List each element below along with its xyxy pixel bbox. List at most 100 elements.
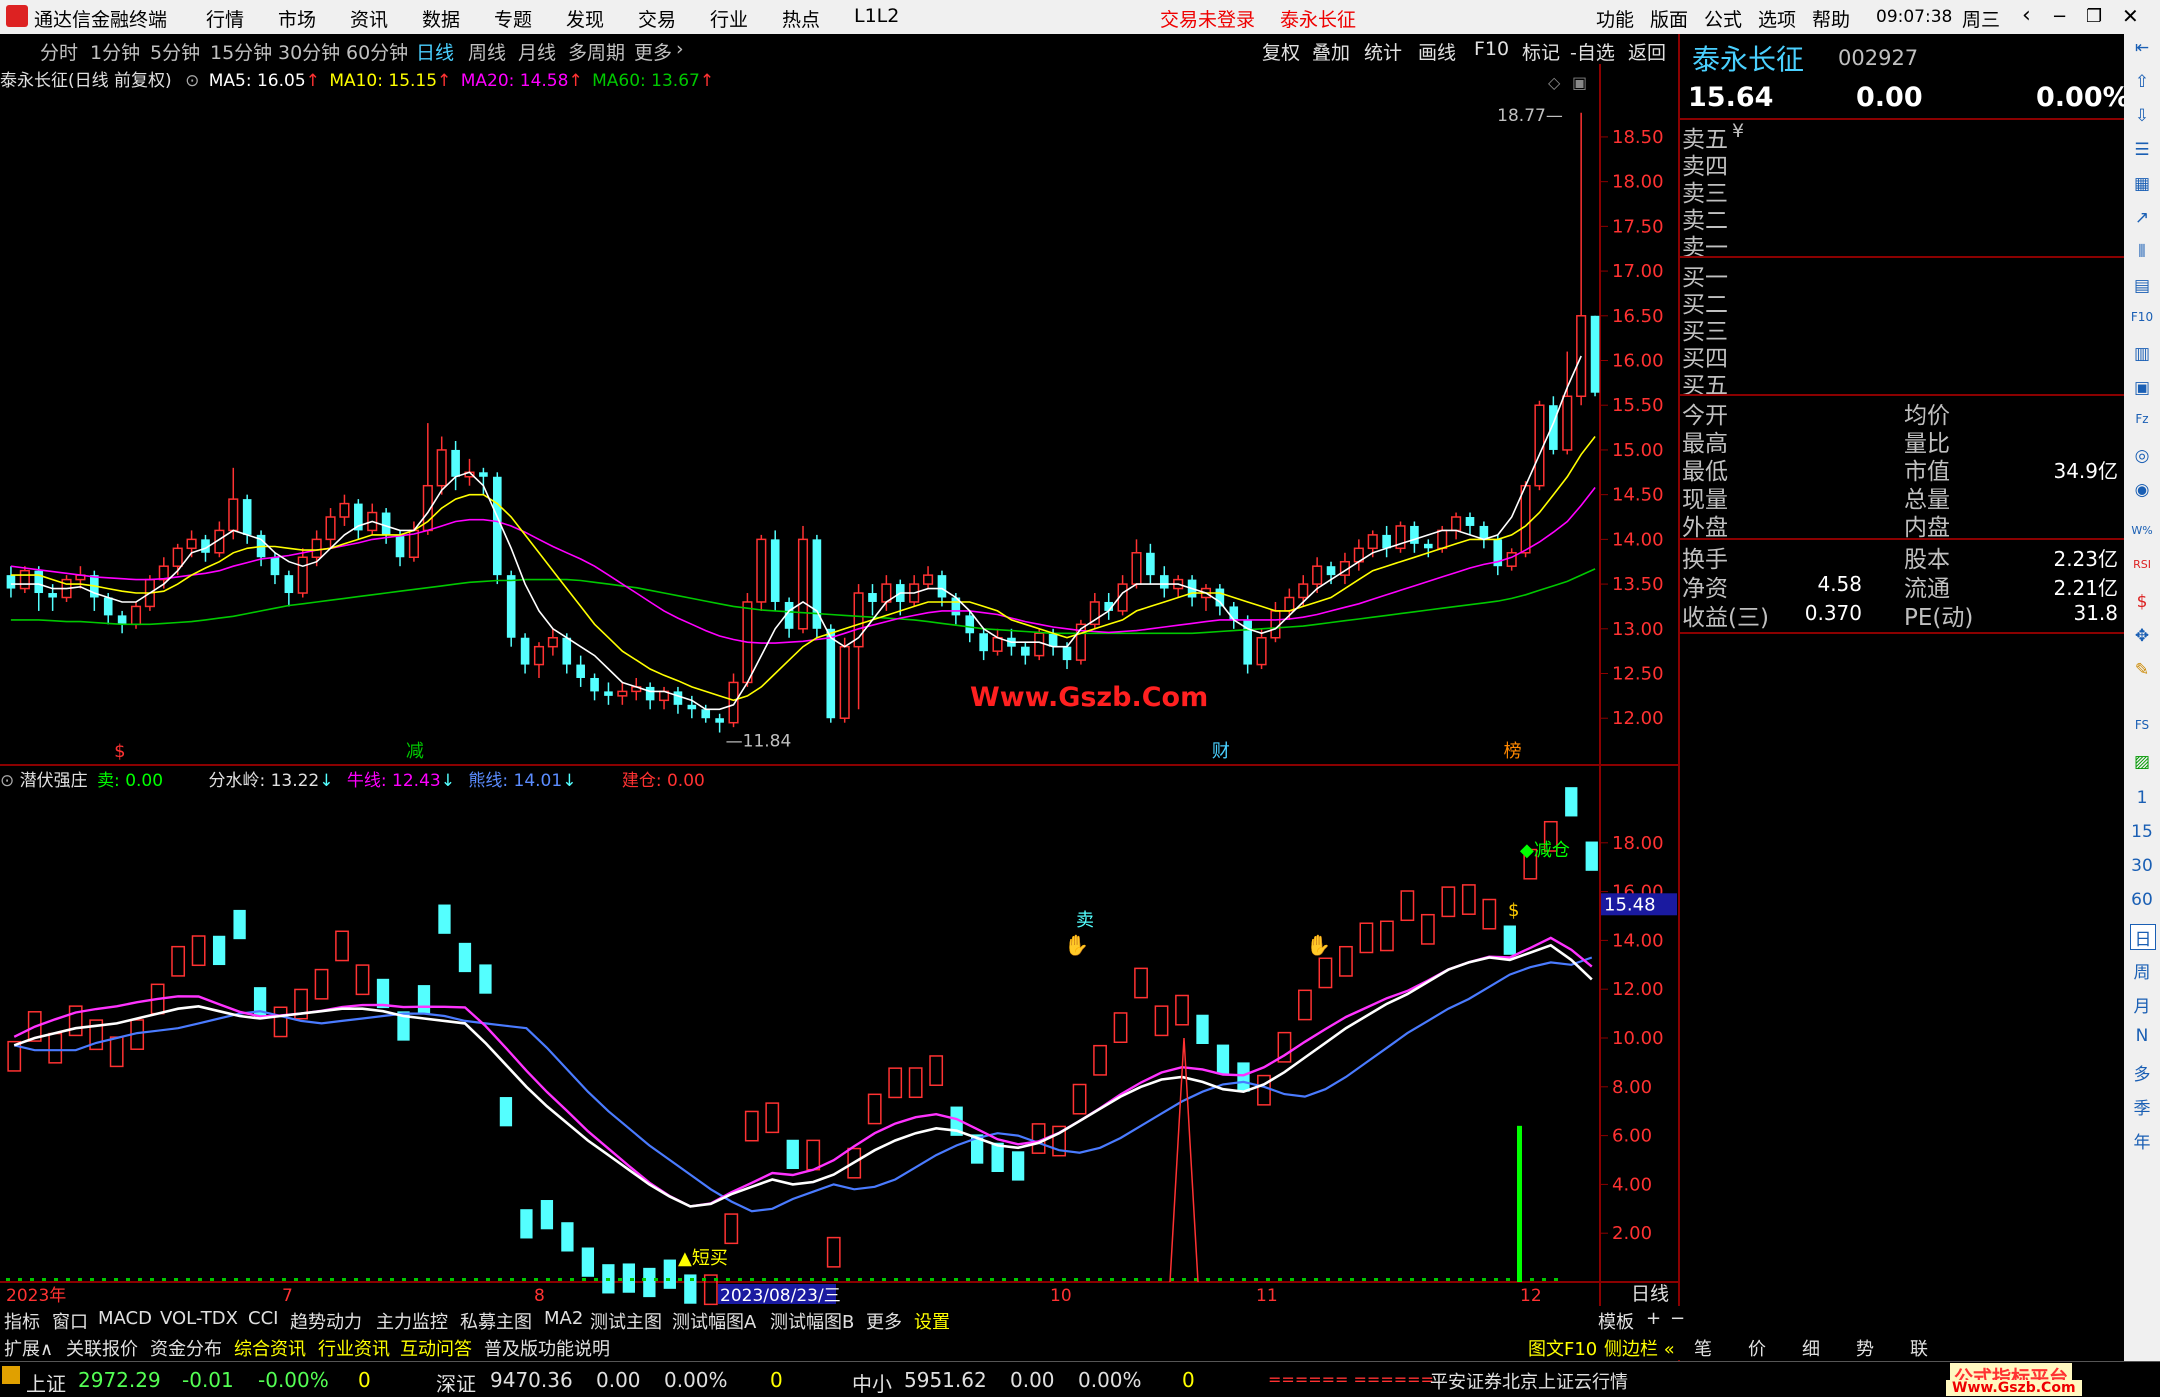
zx-name[interactable]: 中小 [852, 1368, 892, 1397]
menu-hot[interactable]: 热点 [782, 5, 820, 32]
menu-options[interactable]: 选项 [1758, 5, 1796, 32]
settings-icon[interactable]: ⊙ [0, 771, 14, 791]
panel-tab[interactable]: 图文F10 [1528, 1335, 1597, 1361]
period-month[interactable]: 月 [2130, 992, 2154, 1017]
period-multi[interactable]: 多 [2130, 1060, 2154, 1085]
menu-industry[interactable]: 行业 [710, 5, 748, 32]
down-arrow-icon[interactable]: ⇩ [2130, 106, 2154, 130]
news-icon[interactable]: ▤ [2130, 276, 2154, 300]
period-60min[interactable]: 60分钟 [346, 38, 408, 65]
event-marker[interactable]: 榜 [1504, 741, 1522, 762]
money-icon[interactable]: $ [2130, 592, 2154, 616]
target-icon[interactable]: ◉ [2130, 480, 2154, 504]
period-weekly[interactable]: 周线 [468, 38, 506, 65]
extension-tab[interactable]: 关联报价 [66, 1335, 138, 1361]
menu-function[interactable]: 功能 [1596, 5, 1634, 32]
indicator-tab[interactable]: 私募主图 [460, 1308, 532, 1334]
event-marker[interactable]: $ [114, 741, 125, 762]
panel-tab[interactable]: 笔 [1694, 1335, 1712, 1361]
indicator-tab[interactable]: 趋势动力 [290, 1308, 362, 1334]
period-60[interactable]: 60 [2130, 890, 2154, 914]
indicator-tab[interactable]: + [1646, 1308, 1661, 1329]
period-day[interactable]: 日 [2130, 924, 2156, 950]
indicator-tab[interactable]: 指标 [4, 1308, 40, 1334]
event-marker[interactable]: 财 [1212, 741, 1230, 762]
menu-data[interactable]: 数据 [422, 5, 460, 32]
period-monthly[interactable]: 月线 [518, 38, 556, 65]
btn-return[interactable]: 返回 [1628, 38, 1666, 65]
pencil-icon[interactable]: ✎ [2130, 660, 2154, 684]
diamond-icon[interactable]: ◇ [1548, 73, 1561, 92]
sz-name[interactable]: 深证 [436, 1368, 476, 1397]
indicator-tab[interactable]: CCI [248, 1308, 278, 1329]
minimize-icon[interactable]: − [2052, 6, 2067, 27]
panel-tab[interactable]: 价 [1748, 1335, 1766, 1361]
globe-icon[interactable]: ◎ [2130, 446, 2154, 470]
login-status[interactable]: 交易未登录 [1160, 5, 1255, 32]
indicator-tab[interactable]: MA2 [544, 1308, 583, 1329]
period-fenshi[interactable]: 分时 [40, 38, 78, 65]
period-daily[interactable]: 日线 [416, 38, 454, 65]
indicator-tab[interactable]: 更多 [866, 1308, 902, 1334]
list-icon[interactable]: ☰ [2130, 140, 2154, 164]
settings-icon[interactable]: ⊙ [185, 71, 199, 91]
restore-icon[interactable]: ❐ [2086, 6, 2102, 27]
calc-icon[interactable]: ▣ [2130, 378, 2154, 402]
btn-draw[interactable]: 画线 [1418, 38, 1456, 65]
event-marker[interactable]: 减 [406, 741, 424, 762]
indicator-tab[interactable]: 模板 [1598, 1308, 1634, 1334]
chart-area[interactable]: 12.00 12.50 13.00 13.50 14.00 14.50 15.00 15.50… [0, 64, 1680, 1306]
period-season[interactable]: 季 [2130, 1094, 2154, 1119]
doc-icon[interactable]: ▥ [2130, 344, 2154, 368]
candle-chart-icon[interactable]: ⫴ [2130, 242, 2154, 266]
period-30[interactable]: 30 [2130, 856, 2154, 880]
period-n[interactable]: N [2130, 1026, 2154, 1050]
btn-overlay[interactable]: 叠加 [1312, 38, 1350, 65]
expand-icon[interactable]: ▣ [1572, 73, 1587, 92]
move-icon[interactable]: ✥ [2130, 626, 2154, 650]
btn-fuquan[interactable]: 复权 [1262, 38, 1300, 65]
btn-f10[interactable]: F10 [1474, 38, 1509, 60]
menu-market[interactable]: 市场 [278, 5, 316, 32]
period-1[interactable]: 1 [2130, 788, 2154, 812]
period-5min[interactable]: 5分钟 [150, 38, 200, 65]
indicator-tab[interactable]: MACD [98, 1308, 152, 1329]
period-more[interactable]: 更多 [634, 38, 672, 65]
panel-tab[interactable]: 侧边栏 « [1604, 1335, 1675, 1361]
menu-trade[interactable]: 交易 [638, 5, 676, 32]
indicator-tab[interactable]: 测试幅图A [672, 1308, 756, 1334]
period-year[interactable]: 年 [2130, 1128, 2154, 1153]
extension-tab[interactable]: 互动问答 [400, 1335, 472, 1361]
fs-icon[interactable]: FS [2130, 718, 2154, 742]
extension-tab[interactable]: 扩展∧ [4, 1335, 53, 1361]
menu-hq[interactable]: 行情 [206, 5, 244, 32]
period-week[interactable]: 周 [2130, 958, 2154, 983]
image-icon[interactable]: ▨ [2130, 752, 2154, 776]
period-multi[interactable]: 多周期 [568, 38, 625, 65]
indicator-tab[interactable]: 窗口 [52, 1308, 88, 1334]
line-chart-icon[interactable]: ↗ [2130, 208, 2154, 232]
btn-stats[interactable]: 统计 [1364, 38, 1402, 65]
panel-tab[interactable]: 势 [1856, 1335, 1874, 1361]
indicator-tab[interactable]: 测试幅图B [770, 1308, 854, 1334]
menu-topic[interactable]: 专题 [494, 5, 532, 32]
indicator-tab[interactable]: 主力监控 [376, 1308, 448, 1334]
extension-tab[interactable]: 普及版功能说明 [484, 1335, 610, 1361]
sh-name[interactable]: 上证 [26, 1368, 66, 1397]
menu-layout[interactable]: 版面 [1650, 5, 1688, 32]
wr-icon[interactable]: W% [2130, 524, 2154, 548]
fz-icon[interactable]: Fz [2130, 412, 2154, 436]
period-15min[interactable]: 15分钟 [210, 38, 272, 65]
extension-tab[interactable]: 行业资讯 [318, 1335, 390, 1361]
indicator-tab[interactable]: 设置 [914, 1308, 950, 1334]
menu-formula[interactable]: 公式 [1704, 5, 1742, 32]
indicator-tab[interactable]: VOL-TDX [160, 1308, 238, 1329]
collapse-icon[interactable]: ⇤ [2130, 38, 2154, 62]
period-1min[interactable]: 1分钟 [90, 38, 140, 65]
menu-discover[interactable]: 发现 [566, 5, 604, 32]
extension-tab[interactable]: 综合资讯 [234, 1335, 306, 1361]
btn-watchlist[interactable]: -自选 [1570, 38, 1615, 65]
table-icon[interactable]: ▦ [2130, 174, 2154, 198]
btn-mark[interactable]: 标记 [1522, 38, 1560, 65]
rsi-icon[interactable]: RSI [2130, 558, 2154, 582]
